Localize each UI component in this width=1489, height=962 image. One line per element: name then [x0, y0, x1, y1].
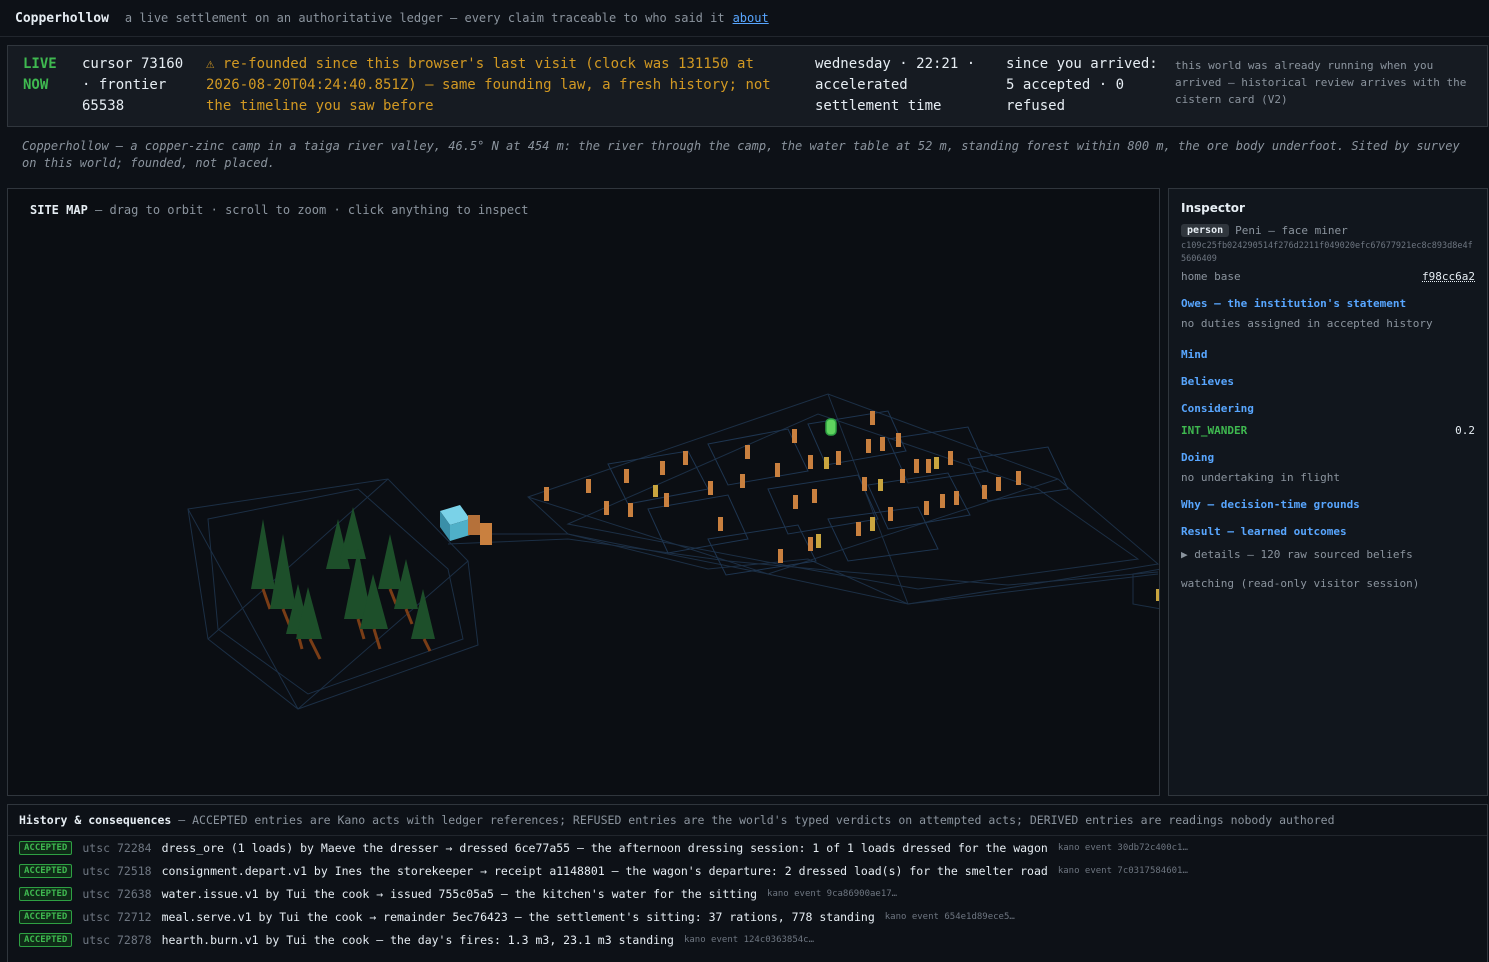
warning-icon: ⚠ — [206, 56, 215, 72]
status-badge: ACCEPTED — [19, 886, 73, 901]
utsc-time: utsc 72638 — [82, 886, 152, 901]
doing-section-header[interactable]: Doing — [1181, 451, 1475, 464]
settlement-description: Copperhollow — a copper-zinc camp in a t… — [22, 139, 1460, 170]
inspector-panel: Inspector person Peni — face miner c109c… — [1168, 188, 1488, 796]
warning-text: re-founded since this browser's last vis… — [206, 56, 771, 114]
history-title: History & consequences — [19, 813, 172, 827]
result-section-header[interactable]: Result — learned outcomes — [1181, 525, 1475, 538]
doing-text: no undertaking in flight — [1181, 471, 1340, 484]
status-badge: ACCEPTED — [19, 909, 73, 924]
entry-text: dress_ore (1 loads) by Maeve the dresser… — [161, 840, 1048, 855]
entity-name: Peni — face miner — [1235, 224, 1348, 237]
inspector-title: Inspector — [1181, 201, 1245, 215]
arrival-counts: since you arrived: 5 accepted · 0 refuse… — [1006, 56, 1158, 114]
about-link[interactable]: about — [733, 11, 769, 25]
intent-row: INT_WANDER 0.2 — [1181, 424, 1475, 437]
ledger-ref[interactable]: kano event 9ca86900ae17… — [767, 889, 897, 899]
utsc-time: utsc 72518 — [82, 863, 152, 878]
entry-text: water.issue.v1 by Tui the cook → issued … — [161, 886, 758, 901]
settlement-clock: wednesday · 22:21 · accelerated settleme… — [815, 56, 976, 114]
ledger-ref[interactable]: kano event 30db72c400c1… — [1058, 843, 1188, 853]
utsc-time: utsc 72284 — [82, 840, 152, 855]
history-subtitle: — ACCEPTED entries are Kano acts with le… — [178, 813, 1335, 827]
history-row[interactable]: ACCEPTED utsc 72518 consignment.depart.v… — [8, 859, 1487, 882]
site-map-header: SITE MAP — drag to orbit · scroll to zoo… — [30, 203, 529, 217]
considering-section-header[interactable]: Considering — [1181, 402, 1475, 415]
app-tagline: a live settlement on an authoritative le… — [124, 11, 725, 25]
believes-section-header[interactable]: Believes — [1181, 375, 1475, 388]
utsc-time: utsc 72878 — [82, 932, 152, 947]
home-base-link[interactable]: f98cc6a2 — [1422, 270, 1475, 283]
owes-section-header[interactable]: Owes — the institution's statement — [1181, 297, 1475, 310]
refounded-warning: ⚠ re-founded since this browser's last v… — [206, 54, 802, 117]
top-bar: Copperhollow a live settlement on an aut… — [0, 0, 1489, 37]
site-map-scene[interactable] — [8, 189, 1160, 796]
forest — [251, 507, 435, 660]
intent-score: 0.2 — [1455, 424, 1475, 437]
why-section-header[interactable]: Why — decision-time grounds — [1181, 498, 1475, 511]
history-row[interactable]: ACCEPTED utsc 72712 meal.serve.v1 by Tui… — [8, 905, 1487, 928]
entity-kind-badge: person — [1181, 224, 1230, 237]
ledger-ref[interactable]: kano event 654e1d89ece5… — [885, 912, 1015, 922]
cursor-readout: cursor 73160 · frontier 65538 — [82, 56, 184, 114]
mind-section-header[interactable]: Mind — [1181, 348, 1475, 361]
status-badge: ACCEPTED — [19, 863, 73, 878]
history-panel: History & consequences — ACCEPTED entrie… — [7, 804, 1488, 962]
entry-text: hearth.burn.v1 by Tui the cook — the day… — [161, 932, 674, 947]
history-row[interactable]: ACCEPTED utsc 72638 water.issue.v1 by Tu… — [8, 882, 1487, 905]
intent-name: INT_WANDER — [1181, 424, 1248, 437]
home-base-row: home base f98cc6a2 — [1181, 270, 1475, 283]
site-map-hint: — drag to orbit · scroll to zoom · click… — [95, 203, 529, 217]
inspected-entity: person Peni — face miner — [1181, 224, 1475, 237]
utsc-time: utsc 72712 — [82, 909, 152, 924]
ledger-ref[interactable]: kano event 124c0363854c… — [684, 935, 814, 945]
history-header: History & consequences — ACCEPTED entrie… — [8, 805, 1487, 836]
details-disclosure[interactable]: ▶ details — 120 raw sourced beliefs — [1181, 548, 1475, 561]
entry-text: meal.serve.v1 by Tui the cook → remainde… — [161, 909, 875, 924]
live-indicator: LIVE NOW — [23, 56, 57, 93]
cistern-structure[interactable] — [440, 505, 492, 545]
site-map-viewport[interactable]: SITE MAP — drag to orbit · scroll to zoo… — [7, 188, 1160, 796]
building-plots — [607, 410, 1069, 576]
session-status: watching (read-only visitor session) — [1181, 577, 1420, 590]
status-panel: LIVE NOW cursor 73160 · frontier 65538 ⚠… — [7, 45, 1488, 127]
history-row[interactable]: ACCEPTED utsc 72878 hearth.burn.v1 by Tu… — [8, 928, 1487, 951]
entity-hash: c109c25fb024290514f276d2211f049020efc676… — [1181, 241, 1473, 264]
app-title: Copperhollow — [15, 10, 109, 26]
history-row[interactable]: ACCEPTED utsc 72284 dress_ore (1 loads) … — [8, 836, 1487, 859]
site-map-title: SITE MAP — [30, 203, 88, 217]
already-running-note: this world was already running when you … — [1175, 59, 1467, 106]
home-base-label: home base — [1181, 270, 1241, 283]
selected-person-marker[interactable] — [825, 418, 837, 436]
status-badge: ACCEPTED — [19, 932, 73, 947]
entry-text: consignment.depart.v1 by Ines the storek… — [161, 863, 1048, 878]
owes-text: no duties assigned in accepted history — [1181, 317, 1433, 330]
status-badge: ACCEPTED — [19, 840, 73, 855]
ledger-ref[interactable]: kano event 7c0317584601… — [1058, 866, 1188, 876]
